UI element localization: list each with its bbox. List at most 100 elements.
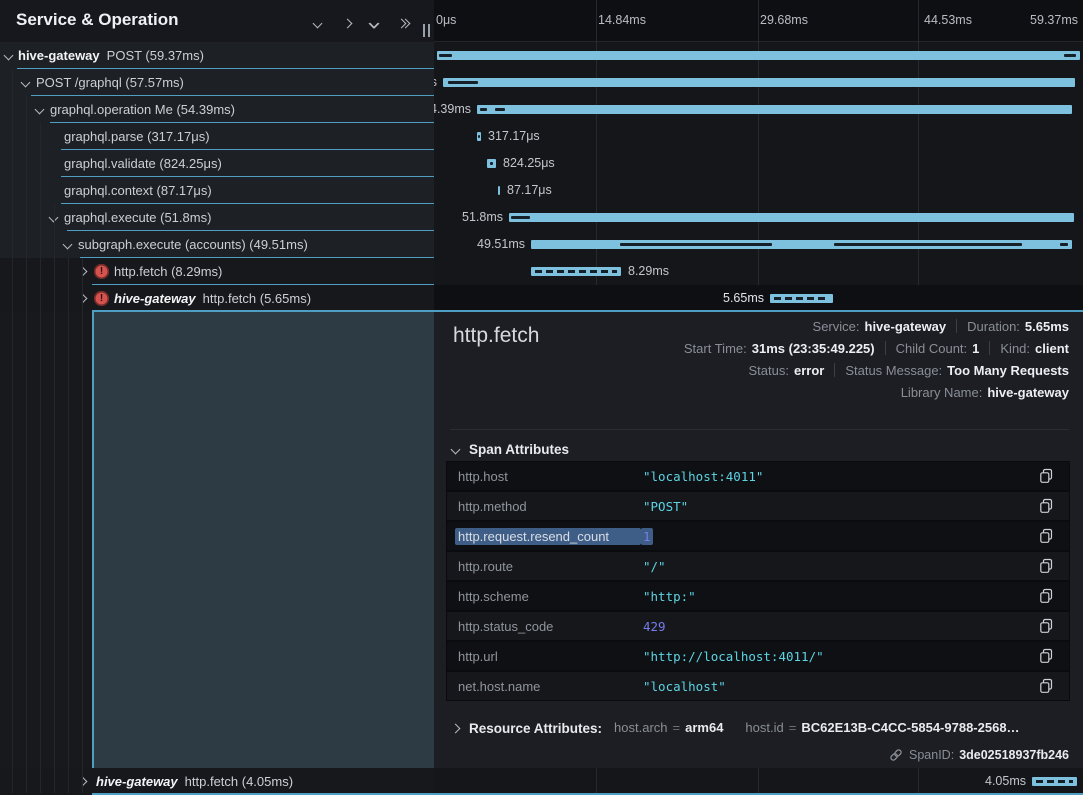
child-span-marks <box>1064 54 1076 57</box>
tree-row[interactable]: hive-gatewayPOST (59.37ms) <box>0 42 434 69</box>
span-bar[interactable] <box>1032 777 1077 786</box>
span-duration-label: 4.05ms <box>985 768 1026 795</box>
attribute-value: "/" <box>641 558 668 575</box>
span-duration-label: 87.17μs <box>507 177 552 204</box>
tree-row-label: graphql.validate (824.25μs) <box>64 150 222 177</box>
indent-guide <box>40 123 41 793</box>
copy-icon[interactable] <box>1039 618 1055 634</box>
chevron-down-icon[interactable] <box>63 240 73 250</box>
grid-line <box>758 0 759 312</box>
error-icon: ! <box>94 264 109 279</box>
grid-line <box>918 0 919 312</box>
span-bar[interactable] <box>437 51 1080 60</box>
copy-icon[interactable] <box>1039 588 1055 604</box>
ruler-tick-label: 44.53ms <box>924 13 972 27</box>
tree-row[interactable]: graphql.parse (317.17μs) <box>0 123 434 150</box>
meta-label: Service: <box>813 319 860 334</box>
grid-line <box>596 0 597 312</box>
chevron-down-icon <box>451 444 461 454</box>
span-bar[interactable] <box>509 213 1074 222</box>
attribute-key: http.status_code <box>455 618 641 635</box>
copy-icon[interactable] <box>1039 468 1055 484</box>
tree-row[interactable]: hive-gatewayhttp.fetch (4.05ms) <box>0 768 434 795</box>
chevron-down-icon[interactable] <box>311 14 327 28</box>
tree-row[interactable]: !hive-gatewayhttp.fetch (5.65ms) <box>0 285 434 312</box>
copy-icon[interactable] <box>1039 498 1055 514</box>
tree-row[interactable]: graphql.operation Me (54.39ms) <box>0 96 434 123</box>
chevron-right-icon[interactable] <box>340 14 356 28</box>
tree-row[interactable]: graphql.validate (824.25μs) <box>0 150 434 177</box>
attribute-row[interactable]: http.host"localhost:4011" <box>447 462 1069 490</box>
child-span-marks <box>439 54 452 57</box>
span-bar[interactable] <box>531 267 621 276</box>
attribute-row[interactable]: http.status_code429 <box>447 612 1069 640</box>
attribute-key: http.route <box>455 558 641 575</box>
tree-row-label: subgraph.execute (accounts) (49.51ms) <box>78 231 308 258</box>
resource-value: BC62E13B-C4CC-5854-9788-2568… <box>801 720 1019 735</box>
attribute-value: "http://localhost:4011/" <box>641 648 826 665</box>
attribute-row[interactable]: http.request.resend_count1 <box>447 522 1069 550</box>
attribute-row[interactable]: http.url"http://localhost:4011/" <box>447 642 1069 670</box>
indent-guide <box>26 96 27 793</box>
meta-value: Too Many Requests <box>947 363 1069 378</box>
copy-icon[interactable] <box>1039 678 1055 694</box>
tree-row[interactable]: graphql.execute (51.8ms) <box>0 204 434 231</box>
attribute-row[interactable]: http.scheme"http:" <box>447 582 1069 610</box>
span-bar[interactable] <box>770 294 833 303</box>
copy-icon[interactable] <box>1039 558 1055 574</box>
chevrons-right-icon[interactable] <box>396 14 412 28</box>
span-bar[interactable] <box>443 78 1075 87</box>
attribute-key: http.request.resend_count <box>455 528 641 545</box>
span-bar[interactable] <box>498 186 500 195</box>
service-name: hive-gateway <box>114 291 196 306</box>
attribute-row[interactable]: http.route"/" <box>447 552 1069 580</box>
resource-attributes-header[interactable]: Resource Attributes: host.arch=arm64host… <box>452 717 1020 739</box>
span-bar[interactable] <box>477 105 1072 114</box>
meta-value: 31ms (23:35:49.225) <box>752 341 875 356</box>
divider <box>885 341 886 355</box>
child-span-marks <box>511 216 530 219</box>
tree-row[interactable]: POST /graphql (57.57ms) <box>0 69 434 96</box>
tree-row-label: graphql.operation Me (54.39ms) <box>50 96 235 123</box>
meta-label: Child Count: <box>896 341 968 356</box>
meta-value: hive-gateway <box>987 385 1069 400</box>
chevron-down-icon[interactable] <box>21 78 31 88</box>
child-span-marks <box>1060 243 1068 246</box>
attribute-value: "localhost" <box>641 678 728 695</box>
chevrons-down-icon[interactable] <box>368 14 384 28</box>
tree-row[interactable]: subgraph.execute (accounts) (49.51ms) <box>0 231 434 258</box>
splitter-handle[interactable] <box>421 24 431 37</box>
chevron-down-icon[interactable] <box>35 105 45 115</box>
copy-icon[interactable] <box>1039 528 1055 544</box>
tree-row[interactable]: ! http.fetch (8.29ms) <box>0 258 434 285</box>
chevron-down-icon[interactable] <box>4 51 14 61</box>
span-meta-line: Library Name:hive-gateway <box>901 381 1069 403</box>
span-id: SpanID: 3de02518937fb246 <box>889 745 1069 765</box>
child-span-marks <box>490 162 494 165</box>
span-attributes-header[interactable]: Span Attributes <box>452 439 569 459</box>
tree-row-label: graphql.parse (317.17μs) <box>64 123 210 150</box>
resource-value: arm64 <box>685 720 723 735</box>
span-duration-label: 824.25μs <box>503 150 555 177</box>
meta-label: Status Message: <box>845 363 942 378</box>
attribute-value: "POST" <box>641 498 690 515</box>
indent-guide <box>54 204 55 793</box>
span-detail-panel: http.fetch Service:hive-gatewayDuration:… <box>434 312 1083 768</box>
service-operation-panel: Service & Operation hive-gatewayPOST (59… <box>0 0 434 795</box>
tree-row-label: http.fetch (8.29ms) <box>114 258 222 285</box>
meta-value: 1 <box>972 341 979 356</box>
child-span-marks <box>448 81 478 84</box>
attribute-row[interactable]: net.host.name"localhost" <box>447 672 1069 700</box>
error-icon: ! <box>94 291 109 306</box>
attribute-key: net.host.name <box>455 678 641 695</box>
service-name: hive-gateway <box>96 774 178 789</box>
child-span-marks <box>480 108 487 111</box>
attribute-row[interactable]: http.method"POST" <box>447 492 1069 520</box>
attribute-value: "http:" <box>641 588 698 605</box>
child-span-marks <box>774 297 829 300</box>
copy-icon[interactable] <box>1039 648 1055 664</box>
tree-row[interactable]: graphql.context (87.17μs) <box>0 177 434 204</box>
tree-row[interactable]: hive-gatewayhttp.fetch (4.05ms) <box>0 768 434 795</box>
meta-value: client <box>1035 341 1069 356</box>
divider <box>956 319 957 333</box>
